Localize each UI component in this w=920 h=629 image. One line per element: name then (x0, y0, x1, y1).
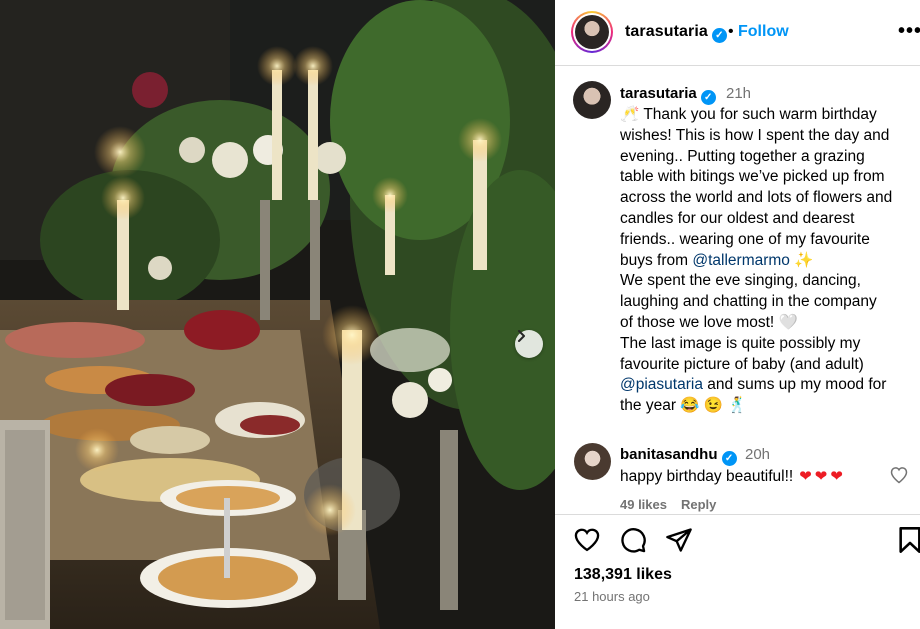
verified-badge-icon: ✓ (700, 90, 716, 105)
caption-username-text[interactable]: tarasutaria (620, 85, 697, 102)
caption-line: buys from @tallermarmo ✨ (620, 251, 915, 272)
caption-line-text: across the world and lots of flowers and (620, 189, 893, 207)
verified-badge-icon: ✓ (711, 28, 727, 43)
author-avatar[interactable] (571, 11, 613, 53)
comment-like-button[interactable] (889, 465, 909, 490)
caption-line-text: the year 😂 😉 🕺 (620, 397, 747, 415)
caption-line-text: The last image is quite possibly my (620, 334, 861, 352)
caption-line: evening.. Putting together a grazing (620, 147, 915, 168)
post-side-panel: tarasutaria ✓ • Follow ••• tarasutaria ✓ 2… (555, 0, 920, 629)
comment-likes-count[interactable]: 49 likes (620, 497, 667, 512)
caption-author-avatar[interactable] (573, 81, 611, 119)
caption-line: favourite picture of baby (and adult) (620, 355, 915, 376)
caption-line-text: favourite picture of baby (and adult) (620, 355, 864, 373)
bookmark-icon (899, 527, 920, 553)
photo-illustration (0, 0, 555, 629)
more-options-button[interactable]: ••• (898, 20, 920, 43)
caption-author-username[interactable]: tarasutaria ✓ (620, 85, 716, 105)
commenter-username[interactable]: banitasandhu ✓ (620, 446, 737, 466)
post-actions: 138,391 likes 21 hours ago (555, 514, 920, 629)
caption-line-text: laughing and chatting in the company (620, 293, 877, 311)
follow-button[interactable]: Follow (738, 23, 789, 41)
post-likes-count[interactable]: 138,391 likes (574, 566, 672, 584)
caption-line: candles for our oldest and dearest (620, 209, 915, 230)
caption-line-text: candles for our oldest and dearest (620, 209, 855, 227)
mention-link[interactable]: @tallermarmo (692, 252, 790, 269)
comment-body: happy birthday beautiful!! (620, 468, 794, 485)
mention-link[interactable]: @piasutaria (620, 376, 703, 393)
caption-line-text: table with bitings we’ve picked up from (620, 168, 885, 186)
heart-outline-icon (890, 467, 908, 484)
caption-line-text: friends.. wearing one of my favourite (620, 230, 870, 248)
caption-time[interactable]: 21h (726, 85, 751, 102)
caption-line: 🥂 Thank you for such warm birthday (620, 105, 915, 126)
caption-line-text: wishes! This is how I spent the day and (620, 126, 890, 144)
caption-line: the year 😂 😉 🕺 (620, 396, 915, 417)
caption-text: 🥂 Thank you for such warm birthday wishes… (620, 105, 915, 417)
comment-bubble-icon (621, 528, 646, 553)
caption-line: friends.. wearing one of my favourite (620, 230, 915, 251)
author-username[interactable]: tarasutaria ✓ (625, 23, 727, 43)
paper-plane-icon (666, 528, 692, 552)
heart-icon (574, 528, 600, 552)
heart-emoji-icons: ❤❤❤ (799, 468, 846, 485)
caption-line-text: 🥂 Thank you for such warm birthday (620, 106, 877, 123)
author-username-text[interactable]: tarasutaria (625, 23, 708, 40)
commenter-username-text[interactable]: banitasandhu (620, 446, 718, 463)
comment-time[interactable]: 20h (745, 446, 770, 463)
header-separator: • (728, 23, 734, 40)
caption-line: table with bitings we’ve picked up from (620, 167, 915, 188)
caption-line-text: of those we love most! 🤍 (620, 313, 798, 331)
caption-line: wishes! This is how I spent the day and (620, 126, 915, 147)
caption-line: of those we love most! 🤍 (620, 313, 915, 334)
carousel-next-button[interactable] (515, 330, 543, 358)
post-photo[interactable] (0, 0, 555, 629)
caption-line-text: and sums up my mood for (702, 376, 887, 394)
caption-line: We spent the eve singing, dancing, (620, 271, 915, 292)
save-button[interactable] (898, 526, 920, 559)
caption-line-text: We spent the eve singing, dancing, (620, 272, 861, 290)
caption-line: laughing and chatting in the company (620, 292, 915, 313)
commenter-avatar[interactable] (574, 443, 611, 480)
chevron-right-icon (518, 330, 525, 342)
caption-line: @piasutaria and sums up my mood for (620, 375, 915, 396)
caption-line-text: buys from (620, 251, 693, 269)
share-button[interactable] (665, 526, 693, 559)
comment-button[interactable] (619, 526, 647, 559)
like-button[interactable] (573, 526, 601, 559)
comment-reply-button[interactable]: Reply (681, 497, 716, 512)
post-timestamp[interactable]: 21 hours ago (574, 589, 650, 604)
post-header: tarasutaria ✓ • Follow ••• (555, 0, 920, 66)
caption-line: The last image is quite possibly my (620, 334, 915, 355)
caption-line-text: evening.. Putting together a grazing (620, 147, 865, 165)
comment-text: happy birthday beautiful!! ❤❤❤ (620, 467, 846, 486)
comments-section[interactable]: tarasutaria ✓ 21h 🥂 Thank you for such wa… (555, 67, 920, 514)
caption-line-text: ✨ (789, 251, 814, 269)
verified-badge-icon: ✓ (721, 451, 737, 466)
caption-line: across the world and lots of flowers and (620, 188, 915, 209)
